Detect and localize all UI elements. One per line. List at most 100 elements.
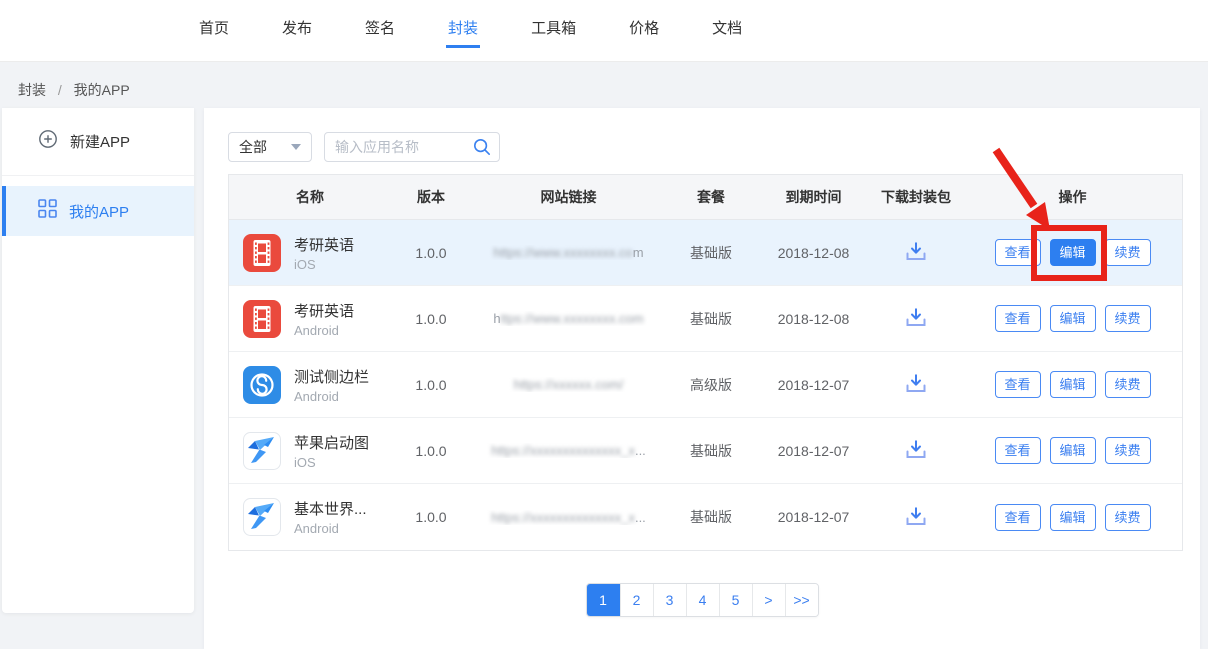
column-header-name: 名称 <box>229 187 391 207</box>
nav-item-sign[interactable]: 签名 <box>363 13 397 48</box>
site-link-blurred: https://xxxxxxxxxxxxxx_x... <box>471 443 666 458</box>
app-version: 1.0.0 <box>391 377 471 393</box>
breadcrumb-my-app: 我的APP <box>74 82 130 98</box>
renew-button[interactable]: 续费 <box>1105 305 1151 332</box>
download-icon[interactable] <box>904 372 928 397</box>
edit-button[interactable]: 编辑 <box>1050 305 1096 332</box>
next-page-button[interactable]: > <box>752 584 785 616</box>
plan-badge: 基础版 <box>666 507 756 527</box>
sidebar: 新建APP 我的APP <box>2 108 194 613</box>
app-version: 1.0.0 <box>391 245 471 261</box>
content-card: 全部 名称 版本 网站链接 套餐 到期时间 下载封装包 操作 <box>204 108 1200 649</box>
film-app-icon <box>243 234 281 272</box>
app-name: 基本世界... <box>294 498 367 519</box>
app-platform: Android <box>294 521 367 536</box>
nav-item-publish[interactable]: 发布 <box>280 13 314 48</box>
edit-button[interactable]: 编辑 <box>1050 371 1096 398</box>
sidebar-item-new-app[interactable]: 新建APP <box>2 108 194 176</box>
view-button[interactable]: 查看 <box>995 305 1041 332</box>
grid-icon <box>38 199 57 223</box>
chevron-down-icon <box>291 144 301 150</box>
breadcrumb-separator: / <box>58 82 62 98</box>
breadcrumb-package[interactable]: 封装 <box>18 82 46 98</box>
expire-date: 2018-12-07 <box>756 443 871 459</box>
category-dropdown-value: 全部 <box>239 137 267 157</box>
page: 首页 发布 签名 封装 工具箱 价格 文档 封装 / 我的APP 新建APP 我… <box>0 0 1208 649</box>
app-name: 考研英语 <box>294 234 354 255</box>
download-icon[interactable] <box>904 240 928 265</box>
breadcrumb: 封装 / 我的APP <box>18 80 130 100</box>
nav-item-package-active[interactable]: 封装 <box>446 13 480 48</box>
expire-date: 2018-12-07 <box>756 377 871 393</box>
app-name: 测试侧边栏 <box>294 366 369 387</box>
table-row: 测试侧边栏 Android 1.0.0 https://xxxxxx.com/ … <box>229 352 1182 418</box>
filter-bar: 全部 <box>228 132 500 162</box>
column-header-plan: 套餐 <box>666 187 756 207</box>
app-platform: Android <box>294 389 369 404</box>
plan-badge: 基础版 <box>666 243 756 263</box>
plus-circle-icon <box>38 129 58 154</box>
view-button[interactable]: 查看 <box>995 371 1041 398</box>
top-navigation: 首页 发布 签名 封装 工具箱 价格 文档 <box>0 0 1208 62</box>
view-button[interactable]: 查看 <box>995 239 1041 266</box>
app-name: 苹果启动图 <box>294 432 369 453</box>
bird-app-icon <box>243 432 281 470</box>
page-button-2[interactable]: 2 <box>620 584 653 616</box>
download-icon[interactable] <box>904 306 928 331</box>
edit-button[interactable]: 编辑 <box>1050 437 1096 464</box>
table-row: 基本世界... Android 1.0.0 https://xxxxxxxxxx… <box>229 484 1182 550</box>
renew-button[interactable]: 续费 <box>1105 371 1151 398</box>
edit-button[interactable]: 编辑 <box>1050 504 1096 531</box>
column-header-link: 网站链接 <box>471 187 666 207</box>
page-button-4[interactable]: 4 <box>686 584 719 616</box>
expire-date: 2018-12-08 <box>756 245 871 261</box>
last-page-button[interactable]: >> <box>785 584 818 616</box>
renew-button[interactable]: 续费 <box>1105 239 1151 266</box>
site-link-blurred: https://www.xxxxxxxx.com <box>471 311 666 326</box>
category-dropdown[interactable]: 全部 <box>228 132 312 162</box>
page-button-1[interactable]: 1 <box>587 584 620 616</box>
app-platform: iOS <box>294 455 369 470</box>
bird-app-icon <box>243 498 281 536</box>
plan-badge: 基础版 <box>666 441 756 461</box>
sidebar-item-label: 新建APP <box>70 131 130 152</box>
table-header: 名称 版本 网站链接 套餐 到期时间 下载封装包 操作 <box>229 175 1182 220</box>
expire-date: 2018-12-07 <box>756 509 871 525</box>
s-logo-app-icon <box>243 366 281 404</box>
column-header-expires: 到期时间 <box>756 187 871 207</box>
app-platform: Android <box>294 323 354 338</box>
app-version: 1.0.0 <box>391 311 471 327</box>
nav-item-docs[interactable]: 文档 <box>710 13 744 48</box>
renew-button[interactable]: 续费 <box>1105 504 1151 531</box>
column-header-actions: 操作 <box>961 187 1184 207</box>
page-button-3[interactable]: 3 <box>653 584 686 616</box>
search-box <box>324 132 500 162</box>
table-row: 考研英语 iOS 1.0.0 https://www.xxxxxxxx.com … <box>229 220 1182 286</box>
download-icon[interactable] <box>904 505 928 530</box>
sidebar-item-my-app[interactable]: 我的APP <box>2 186 194 236</box>
app-version: 1.0.0 <box>391 443 471 459</box>
download-icon[interactable] <box>904 438 928 463</box>
nav-item-toolbox[interactable]: 工具箱 <box>529 13 578 48</box>
page-button-5[interactable]: 5 <box>719 584 752 616</box>
app-name: 考研英语 <box>294 300 354 321</box>
table-row: 苹果启动图 iOS 1.0.0 https://xxxxxxxxxxxxxx_x… <box>229 418 1182 484</box>
plan-badge: 高级版 <box>666 375 756 395</box>
view-button[interactable]: 查看 <box>995 504 1041 531</box>
film-app-icon <box>243 300 281 338</box>
table-row: 考研英语 Android 1.0.0 https://www.xxxxxxxx.… <box>229 286 1182 352</box>
edit-button[interactable]: 编辑 <box>1050 239 1096 266</box>
plan-badge: 基础版 <box>666 309 756 329</box>
app-table: 名称 版本 网站链接 套餐 到期时间 下载封装包 操作 考研英语 iOS <box>228 174 1183 551</box>
view-button[interactable]: 查看 <box>995 437 1041 464</box>
nav-item-home[interactable]: 首页 <box>197 13 231 48</box>
column-header-version: 版本 <box>391 187 471 207</box>
search-icon[interactable] <box>472 137 492 162</box>
renew-button[interactable]: 续费 <box>1105 437 1151 464</box>
column-header-download: 下载封装包 <box>871 187 961 207</box>
site-link-blurred: https://xxxxxx.com/ <box>471 377 666 392</box>
expire-date: 2018-12-08 <box>756 311 871 327</box>
nav-list: 首页 发布 签名 封装 工具箱 价格 文档 <box>197 13 744 48</box>
site-link-blurred: https://xxxxxxxxxxxxxx_x... <box>471 510 666 525</box>
nav-item-price[interactable]: 价格 <box>627 13 661 48</box>
